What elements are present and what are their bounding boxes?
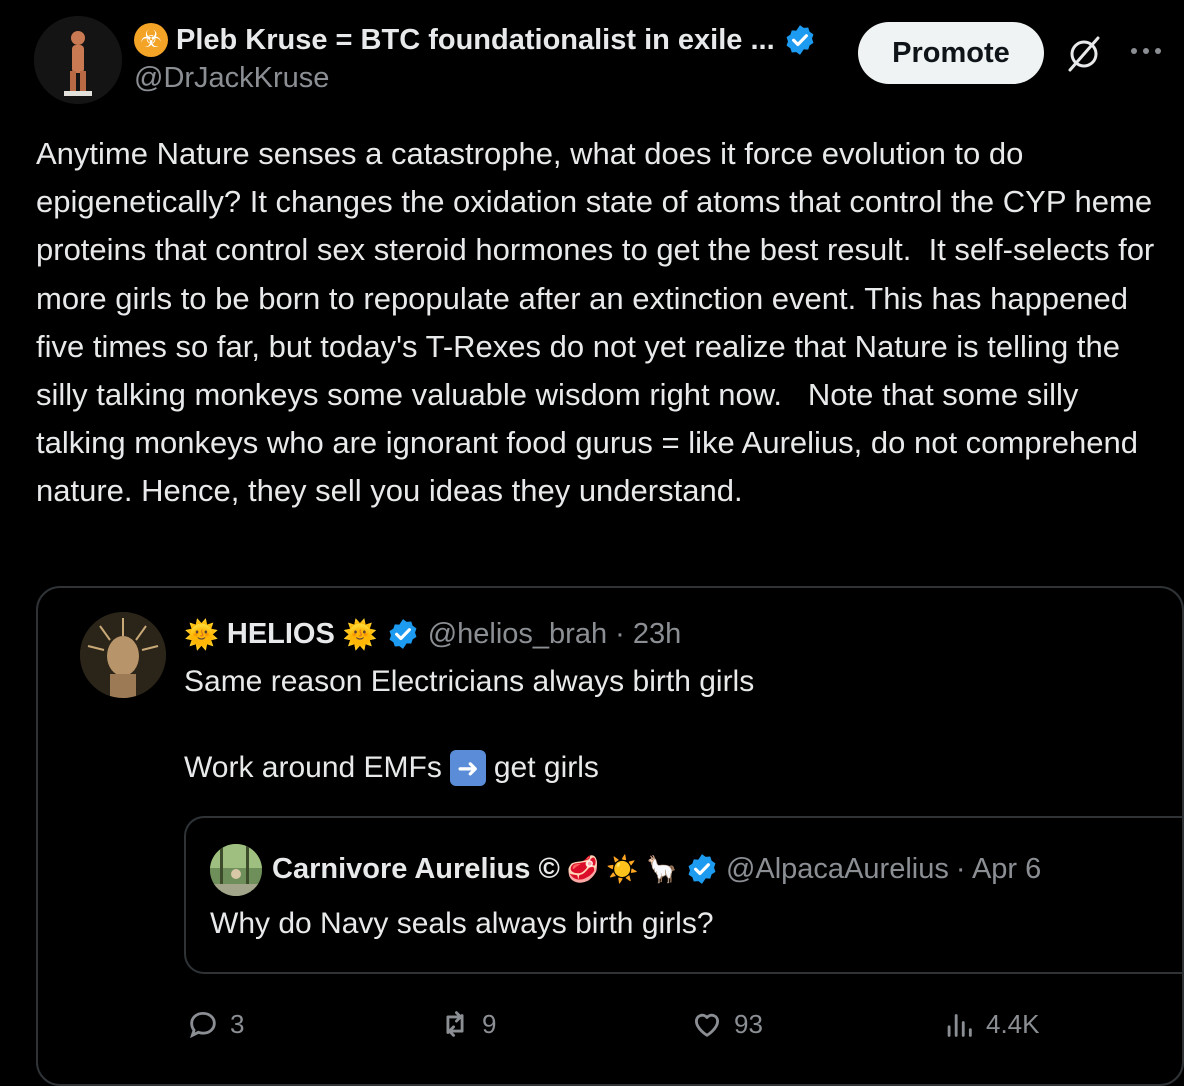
repost-icon bbox=[446, 1011, 464, 1037]
quoted-author-handle[interactable]: @helios_brah bbox=[428, 618, 607, 651]
verified-badge-icon-2[interactable] bbox=[386, 617, 420, 651]
like-button[interactable]: 93 bbox=[690, 1004, 763, 1044]
carnivore-avatar-image bbox=[210, 844, 262, 896]
helios-avatar[interactable] bbox=[80, 612, 166, 698]
grok-icon[interactable] bbox=[1064, 34, 1104, 74]
quoted-text-line-1: Same reason Electricians always birth gi… bbox=[184, 665, 755, 698]
nested-author-name[interactable]: Carnivore Aurelius © bbox=[272, 853, 560, 886]
reply-count: 3 bbox=[230, 1008, 245, 1039]
biohazard-icon: ☣ bbox=[134, 23, 168, 57]
statue-avatar-image bbox=[34, 16, 122, 104]
right-arrow-icon: ➜ bbox=[449, 749, 486, 786]
meat-emoji-icon: 🥩 bbox=[566, 853, 600, 884]
sun-emoji-icon: 🌞 bbox=[184, 618, 219, 650]
tweet-text: Anytime Nature senses a catastrophe, wha… bbox=[36, 136, 1163, 509]
views-count: 4.4K bbox=[986, 1008, 1040, 1039]
quoted-author-name[interactable]: HELIOS bbox=[227, 618, 335, 651]
quoted-text-line-2: Work around EMFs ➜ get girls bbox=[184, 746, 599, 789]
verified-badge-icon[interactable] bbox=[783, 23, 817, 57]
sun-emoji-icon-3: ☀️ bbox=[606, 853, 639, 884]
nested-date[interactable]: · Apr 6 bbox=[956, 853, 1041, 886]
author-handle[interactable]: @DrJackKruse bbox=[134, 62, 329, 95]
more-options-icon[interactable] bbox=[1126, 36, 1166, 66]
nested-author-row[interactable]: Carnivore Aurelius © 🥩 ☀️ 🦙 @AlpacaAurel… bbox=[272, 848, 1041, 890]
sun-emoji-icon-2: 🌞 bbox=[342, 618, 378, 650]
like-count: 93 bbox=[734, 1008, 763, 1039]
repost-count: 9 bbox=[482, 1008, 497, 1039]
views-bar-chart-icon bbox=[947, 1014, 972, 1037]
repost-button[interactable]: 9 bbox=[438, 1004, 496, 1044]
helios-avatar-image bbox=[80, 612, 166, 698]
quoted-author-row[interactable]: 🌞 HELIOS 🌞 @helios_brah · 23h bbox=[184, 614, 681, 654]
author-avatar[interactable] bbox=[34, 16, 122, 104]
nested-tweet-text: Why do Navy seals always birth girls? bbox=[210, 907, 714, 940]
carnivore-avatar[interactable] bbox=[210, 844, 262, 896]
quoted-text-line-2-pre: Work around EMFs bbox=[184, 751, 442, 784]
heart-icon bbox=[694, 1013, 720, 1037]
nested-quoted-tweet-card[interactable] bbox=[184, 816, 1184, 974]
author-display-name[interactable]: Pleb Kruse = BTC foundationalist in exil… bbox=[176, 24, 775, 57]
quoted-timestamp[interactable]: · 23h bbox=[615, 618, 681, 651]
verified-badge-icon-3[interactable] bbox=[685, 852, 719, 886]
reply-icon bbox=[189, 1011, 216, 1039]
author-name-row[interactable]: ☣ Pleb Kruse = BTC foundationalist in ex… bbox=[134, 22, 817, 58]
views-button[interactable]: 4.4K bbox=[942, 1004, 1040, 1044]
nested-author-handle[interactable]: @AlpacaAurelius bbox=[726, 853, 949, 886]
llama-emoji-icon: 🦙 bbox=[645, 853, 678, 884]
quoted-text-line-2-post: get girls bbox=[493, 751, 599, 784]
promote-button[interactable]: Promote bbox=[858, 22, 1044, 84]
reply-button[interactable]: 3 bbox=[186, 1004, 244, 1044]
